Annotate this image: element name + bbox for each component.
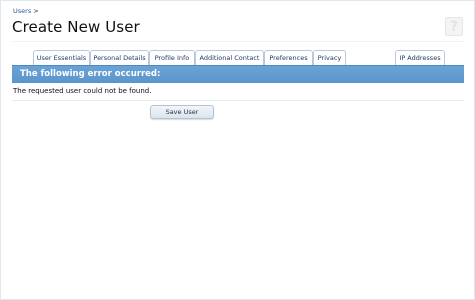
help-icon[interactable]: ?	[445, 17, 463, 36]
error-message: The requested user could not be found.	[13, 87, 152, 95]
breadcrumb-separator: >	[33, 7, 39, 15]
tab-preferences[interactable]: Preferences	[264, 50, 313, 65]
tab-additional-contact[interactable]: Additional Contact	[195, 50, 264, 65]
error-heading: The following error occurred:	[20, 69, 161, 79]
content-divider	[12, 100, 464, 101]
tab-personal-details[interactable]: Personal Details	[90, 50, 149, 65]
breadcrumb: Users >	[13, 7, 39, 15]
page: Users > Create New User ? User Essentials…	[0, 0, 475, 300]
tab-user-essentials[interactable]: User Essentials	[33, 50, 90, 65]
tab-privacy[interactable]: Privacy	[313, 50, 346, 65]
tab-profile-info[interactable]: Profile Info	[149, 50, 195, 65]
page-title: Create New User	[12, 18, 140, 36]
breadcrumb-link-users[interactable]: Users	[13, 7, 31, 15]
tab-ip-addresses[interactable]: IP Addresses	[395, 50, 445, 65]
title-divider	[12, 41, 464, 42]
error-banner: The following error occurred:	[12, 65, 464, 83]
save-user-button[interactable]: Save User	[150, 105, 214, 119]
